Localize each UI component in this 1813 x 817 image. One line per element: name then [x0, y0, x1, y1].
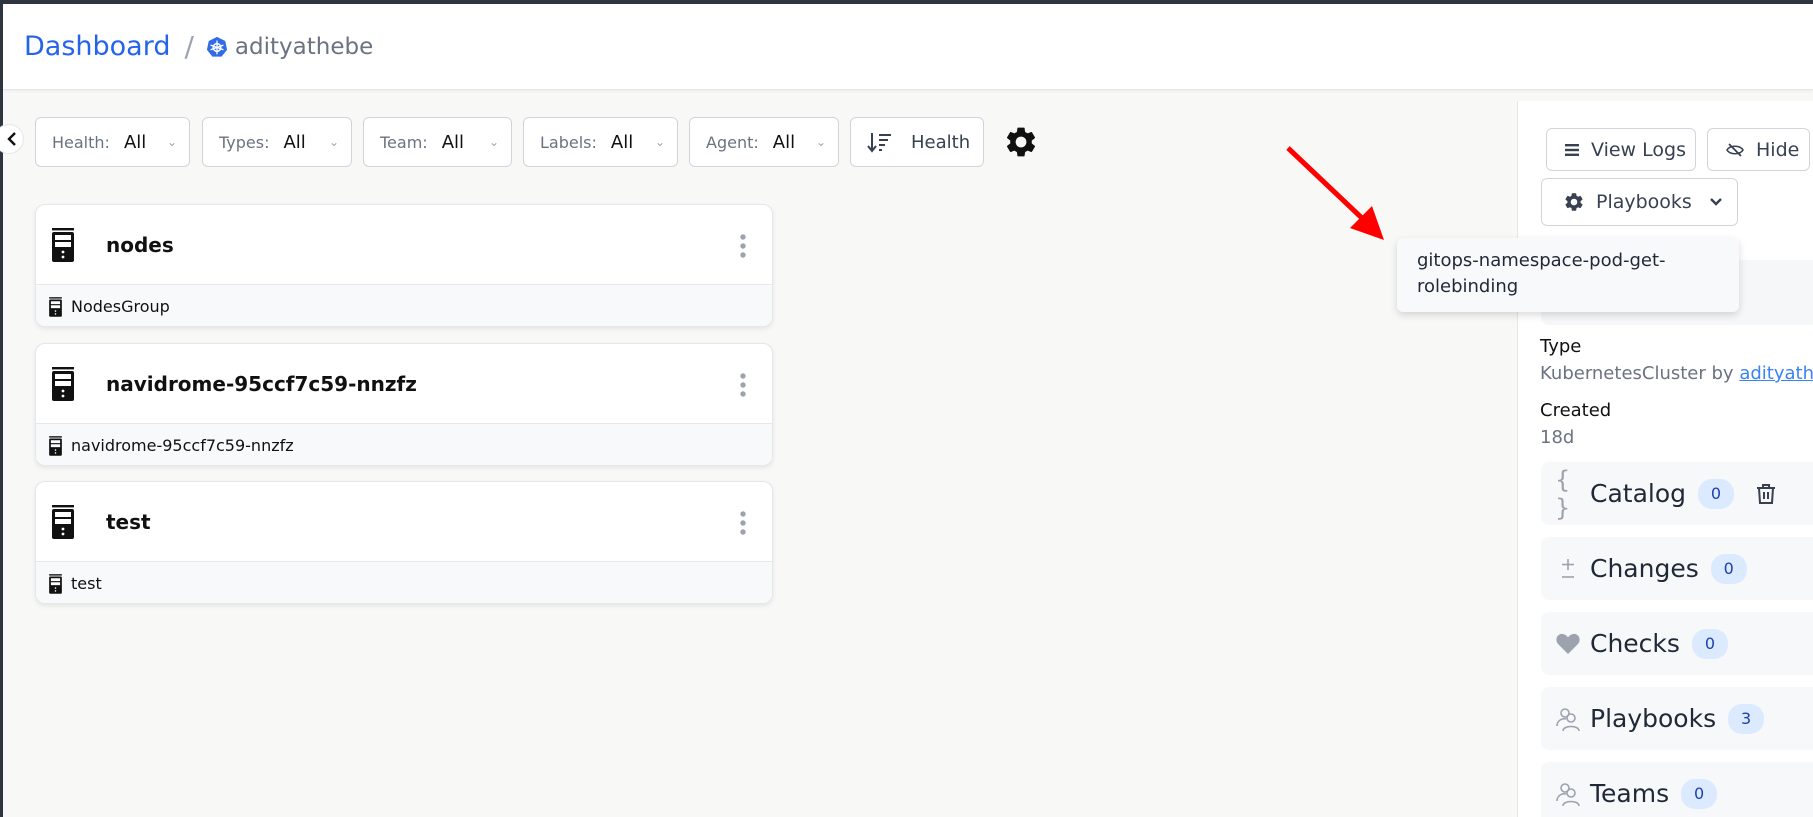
card-footer: NodesGroup — [36, 284, 772, 326]
trash-icon[interactable] — [1756, 483, 1776, 505]
count-badge: 0 — [1710, 553, 1747, 584]
server-icon — [52, 366, 74, 401]
kubernetes-icon — [206, 36, 228, 57]
count-badge: 0 — [1681, 778, 1718, 809]
collapse-sidebar-button[interactable] — [0, 124, 24, 154]
filter-value: All — [610, 131, 634, 153]
filter-label: Agent: — [706, 132, 759, 152]
server-icon — [49, 435, 62, 456]
users-icon — [1556, 707, 1580, 731]
section-teams[interactable]: Teams 0 — [1541, 762, 1813, 817]
plus-minus-icon — [1562, 558, 1574, 578]
config-card[interactable]: nodes NodesGroup — [35, 204, 773, 327]
section-title: Changes — [1590, 554, 1699, 583]
playbooks-dropdown-button[interactable]: Playbooks — [1541, 178, 1738, 226]
section-checks[interactable]: Checks 0 — [1541, 612, 1813, 675]
sort-descending-icon — [867, 133, 891, 153]
card-title[interactable]: navidrome-95ccf7c59-nnzfz — [106, 372, 417, 396]
filter-value: All — [441, 131, 465, 153]
braces-icon: { } — [1555, 465, 1571, 522]
hide-button[interactable]: Hide — [1707, 128, 1810, 171]
section-title: Checks — [1590, 629, 1680, 658]
card-header: test — [36, 482, 772, 561]
window-left-border — [0, 0, 3, 817]
breadcrumb: Dashboard / adityathebe — [3, 4, 1813, 90]
config-card[interactable]: test test — [35, 481, 773, 604]
view-logs-label: View Logs — [1591, 138, 1686, 161]
filter-value: All — [772, 131, 796, 153]
users-icon — [1556, 782, 1580, 806]
annotation-arrow-icon — [1286, 146, 1384, 240]
section-title: Catalog — [1590, 479, 1687, 508]
section-catalog[interactable]: { } Catalog 0 — [1541, 462, 1813, 525]
detail-panel: View Logs Hide Playbooks Type Kubernetes… — [1517, 101, 1813, 817]
count-badge: 0 — [1698, 478, 1735, 509]
section-playbooks[interactable]: Playbooks 3 — [1541, 687, 1813, 750]
chevron-down-icon: ⌄ — [654, 135, 665, 149]
type-label: Type — [1540, 336, 1582, 357]
sort-button[interactable]: Health — [850, 117, 984, 167]
card-header: nodes — [36, 205, 772, 284]
server-icon — [49, 573, 62, 594]
chevron-left-icon — [7, 132, 16, 146]
created-value: 18d — [1540, 427, 1575, 448]
chevron-down-icon: ⌄ — [166, 135, 177, 149]
kebab-menu-icon[interactable] — [738, 510, 748, 536]
filter-value: All — [283, 131, 306, 153]
eye-off-icon — [1726, 142, 1744, 157]
list-icon — [1565, 143, 1579, 156]
section-title: Playbooks — [1590, 704, 1717, 733]
labels-filter[interactable]: Labels: All ⌄ — [523, 117, 678, 167]
dropdown-item-playbook[interactable]: gitops-namespace-pod-get-rolebinding — [1417, 248, 1719, 300]
config-card[interactable]: navidrome-95ccf7c59-nnzfz navidrome-95cc… — [35, 343, 773, 466]
card-subtitle: navidrome-95ccf7c59-nnzfz — [71, 436, 294, 455]
chevron-down-icon: ⌄ — [815, 135, 826, 149]
count-badge: 0 — [1691, 628, 1728, 659]
server-icon — [49, 296, 62, 317]
card-footer: test — [36, 561, 772, 603]
view-logs-button[interactable]: View Logs — [1546, 128, 1696, 171]
count-badge: 3 — [1728, 703, 1765, 734]
server-icon — [52, 504, 74, 539]
breadcrumb-dashboard-link[interactable]: Dashboard — [24, 31, 170, 62]
hide-label: Hide — [1756, 138, 1800, 161]
owner-link[interactable]: adityathe — [1739, 363, 1813, 384]
chevron-down-icon: ⌄ — [328, 135, 339, 149]
section-changes[interactable]: Changes 0 — [1541, 537, 1813, 600]
filter-label: Health: — [52, 132, 110, 152]
server-icon — [52, 227, 74, 262]
filter-label: Types: — [219, 132, 270, 152]
gear-icon[interactable] — [1003, 124, 1039, 160]
created-label: Created — [1540, 400, 1612, 421]
filter-value: All — [123, 131, 147, 153]
chevron-down-icon — [1709, 198, 1722, 206]
playbooks-dropdown-menu: gitops-namespace-pod-get-rolebinding — [1397, 238, 1739, 312]
card-subtitle: NodesGroup — [71, 297, 170, 316]
card-title[interactable]: nodes — [106, 233, 174, 257]
playbooks-button-label: Playbooks — [1596, 191, 1692, 213]
filter-label: Labels: — [540, 132, 597, 152]
sort-label: Health — [911, 131, 971, 153]
agent-filter[interactable]: Agent: All ⌄ — [689, 117, 839, 167]
type-value: KubernetesCluster by adityathe — [1540, 363, 1813, 384]
kebab-menu-icon[interactable] — [738, 372, 748, 398]
heart-icon — [1556, 633, 1580, 654]
card-header: navidrome-95ccf7c59-nnzfz — [36, 344, 772, 423]
section-title: Teams — [1590, 779, 1670, 808]
chevron-down-icon: ⌄ — [488, 135, 499, 149]
filter-label: Team: — [380, 132, 428, 152]
health-filter[interactable]: Health: All ⌄ — [35, 117, 190, 167]
breadcrumb-current[interactable]: adityathebe — [235, 34, 373, 60]
card-footer: navidrome-95ccf7c59-nnzfz — [36, 423, 772, 465]
gear-icon — [1565, 193, 1583, 211]
card-subtitle: test — [71, 574, 102, 593]
card-title[interactable]: test — [106, 510, 151, 534]
kebab-menu-icon[interactable] — [738, 233, 748, 259]
type-text: KubernetesCluster by — [1540, 363, 1740, 384]
team-filter[interactable]: Team: All ⌄ — [363, 117, 512, 167]
breadcrumb-separator: / — [184, 30, 194, 63]
types-filter[interactable]: Types: All ⌄ — [202, 117, 352, 167]
